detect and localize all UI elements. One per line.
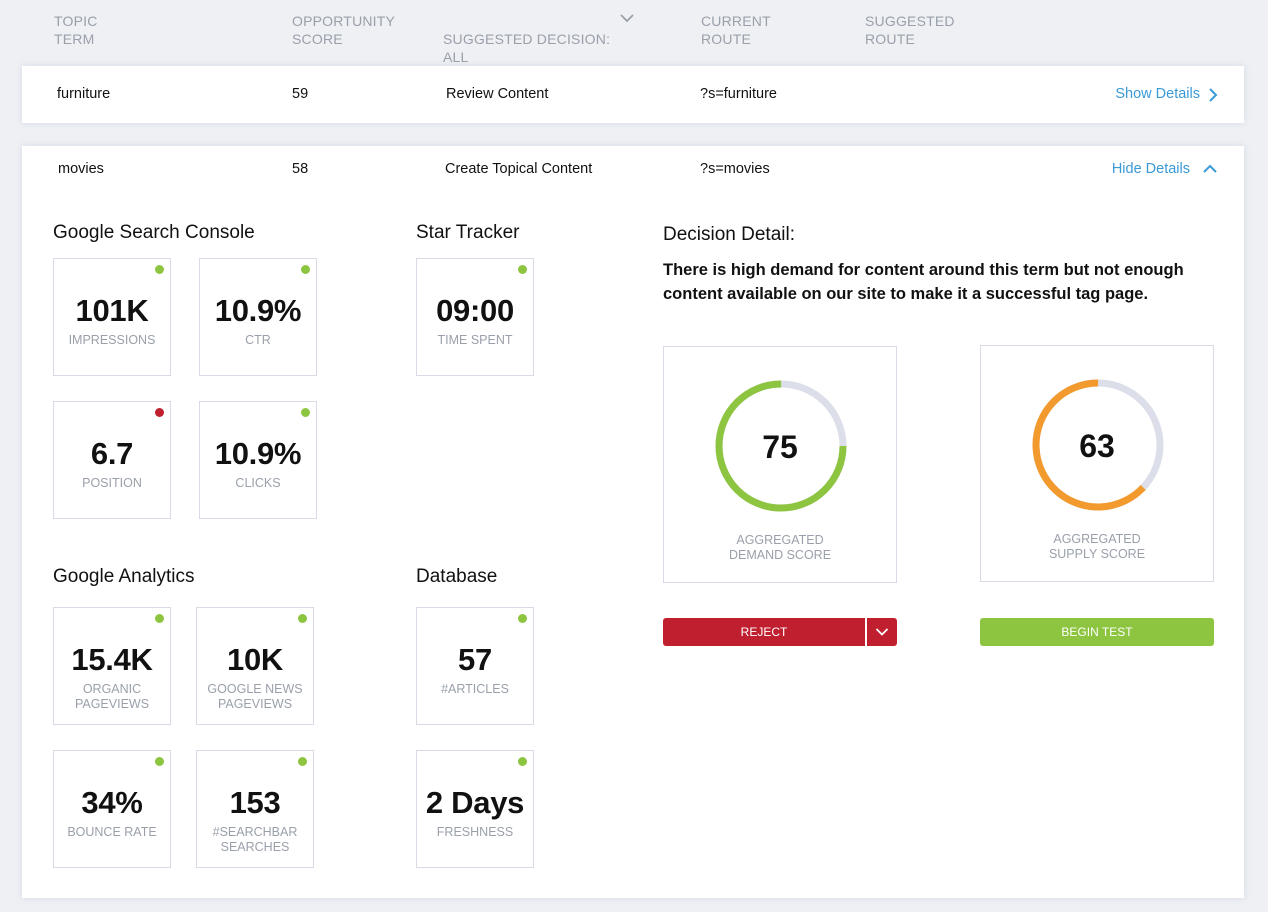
metric-tile-position: 6.7 Position xyxy=(53,401,171,519)
topic-term: furniture xyxy=(57,86,111,102)
status-dot xyxy=(155,757,164,766)
metric-tile-impressions: 101K Impressions xyxy=(53,258,171,376)
status-dot xyxy=(518,614,527,623)
show-details-label: Show Details xyxy=(1115,86,1200,102)
metric-label: #Searchbar Searches xyxy=(212,825,298,854)
status-dot xyxy=(301,408,310,417)
metric-value: 6.7 xyxy=(90,436,134,471)
opportunity-score: 59 xyxy=(292,86,309,102)
status-dot xyxy=(155,408,164,417)
supply-score-gauge: 63 Aggregated Supply Score xyxy=(980,345,1214,582)
gauge-label: Aggregated Supply Score xyxy=(1048,532,1146,561)
metric-label: Freshness xyxy=(436,825,514,839)
table-header: Topic Term Opportunity Score Suggested D… xyxy=(0,12,1268,65)
header-current-route: Current Route xyxy=(701,13,771,47)
metric-tile-searchbar-searches: 153 #Searchbar Searches xyxy=(196,750,314,868)
table-row-expanded: movies 58 Create Topical Content ?s=movi… xyxy=(22,146,1244,898)
hide-details-label: Hide Details xyxy=(1111,161,1190,177)
status-dot xyxy=(155,614,164,623)
metric-tile-freshness: 2 Days Freshness xyxy=(416,750,534,868)
section-title-database: Database xyxy=(416,566,498,587)
metric-label: Google News Pageviews xyxy=(207,682,303,711)
metric-label: #Articles xyxy=(441,682,509,696)
section-title-star-tracker: Star Tracker xyxy=(416,222,520,243)
metric-tile-news-pageviews: 10K Google News Pageviews xyxy=(196,607,314,725)
header-suggested-route: Suggested Route xyxy=(865,13,955,47)
metric-value: 10K xyxy=(227,642,283,677)
status-dot xyxy=(298,757,307,766)
metric-value: 15.4K xyxy=(71,642,153,677)
metric-value: 34% xyxy=(81,785,143,820)
decision-detail-title: Decision Detail: xyxy=(663,224,795,245)
topic-term: movies xyxy=(58,161,104,177)
gauge-label: Aggregated Demand Score xyxy=(728,533,832,562)
metric-tile-clicks: 10.9% Clicks xyxy=(199,401,317,519)
metric-value: 09:00 xyxy=(436,293,514,328)
suggested-decision: Review Content xyxy=(446,86,549,102)
status-dot xyxy=(155,265,164,274)
section-title-ga: Google Analytics xyxy=(53,566,195,587)
gauge-value: 63 xyxy=(1079,428,1115,464)
table-row: furniture 59 Review Content ?s=furniture… xyxy=(22,66,1244,123)
metric-tile-articles: 57 #Articles xyxy=(416,607,534,725)
metric-tile-ctr: 10.9% CTR xyxy=(199,258,317,376)
reject-button[interactable]: Reject xyxy=(663,618,865,646)
chevron-up-icon xyxy=(1203,164,1217,173)
metric-label: CTR xyxy=(245,333,271,347)
begin-test-button[interactable]: Begin Test xyxy=(980,618,1214,646)
metric-tile-organic-pageviews: 15.4K Organic Pageviews xyxy=(53,607,171,725)
status-dot xyxy=(518,265,527,274)
metric-tile-bounce-rate: 34% Bounce Rate xyxy=(53,750,171,868)
status-dot xyxy=(518,757,527,766)
metric-label: Position xyxy=(82,476,142,490)
decision-detail-text: There is high demand for content around … xyxy=(663,261,1184,303)
current-route: ?s=movies xyxy=(700,161,770,177)
status-dot xyxy=(298,614,307,623)
metric-value: 57 xyxy=(458,642,492,677)
metric-value: 101K xyxy=(75,293,149,328)
status-dot xyxy=(301,265,310,274)
metric-tile-time-spent: 09:00 Time Spent xyxy=(416,258,534,376)
metric-value: 2 Days xyxy=(425,785,525,820)
opportunity-score: 58 xyxy=(292,161,309,177)
suggested-decision: Create Topical Content xyxy=(445,161,593,177)
show-details-button[interactable]: Show Details xyxy=(1115,66,1218,123)
metric-label: Clicks xyxy=(235,476,281,490)
hide-details-button[interactable]: Hide Details xyxy=(1112,146,1218,192)
chevron-right-icon xyxy=(1209,87,1218,102)
metric-label: Organic Pageviews xyxy=(74,682,150,711)
section-title-gsc: Google Search Console xyxy=(53,222,255,243)
metric-label: Bounce Rate xyxy=(67,825,157,839)
chevron-down-icon xyxy=(620,14,634,23)
metric-value: 10.9% xyxy=(214,293,302,328)
header-opportunity-score: Opportunity Score xyxy=(292,13,396,47)
header-suggested-decision: Suggested Decision: All xyxy=(443,31,611,65)
demand-score-gauge: 75 Aggregated Demand Score xyxy=(663,346,897,583)
metric-label: Time Spent xyxy=(437,333,513,347)
current-route: ?s=furniture xyxy=(700,86,777,102)
metric-label: Impressions xyxy=(68,333,156,347)
chevron-down-icon xyxy=(875,628,889,636)
metric-value: 10.9% xyxy=(214,436,302,471)
header-topic-term: Topic Term xyxy=(54,13,98,47)
reject-options-dropdown[interactable] xyxy=(867,618,897,646)
metric-value: 153 xyxy=(229,785,281,820)
gauge-value: 75 xyxy=(762,429,798,465)
